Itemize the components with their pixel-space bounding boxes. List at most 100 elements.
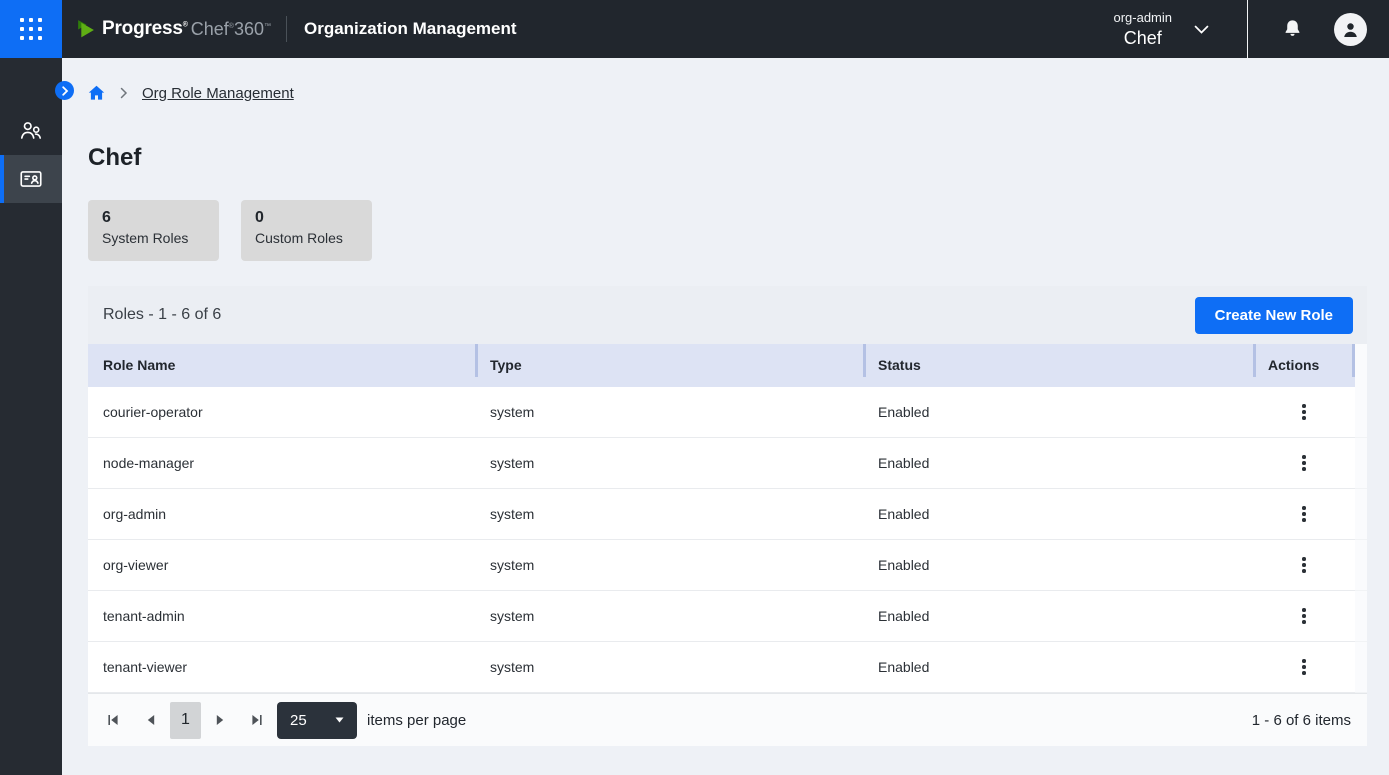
cell-actions: [1253, 438, 1355, 489]
cell-type: system: [475, 591, 863, 642]
cell-role-name: courier-operator: [88, 387, 475, 438]
kebab-icon: [1302, 455, 1306, 459]
kebab-icon: [1302, 608, 1306, 612]
pager-range-label: 1 - 6 of 6 items: [1252, 712, 1351, 729]
grid-body: courier-operator system Enabled node-man…: [88, 387, 1367, 693]
column-header-type: Type: [475, 344, 863, 387]
page-size-value: 25: [290, 712, 307, 729]
cell-status: Enabled: [863, 438, 1253, 489]
cell-role-name: tenant-viewer: [88, 642, 475, 693]
cell-actions: [1253, 591, 1355, 642]
page-size-dropdown[interactable]: 25: [277, 702, 357, 739]
cell-type: system: [475, 438, 863, 489]
chevron-right-icon: [60, 86, 70, 96]
grid-title: Roles - 1 - 6 of 6: [103, 306, 221, 324]
brand-logo: Progress® Chef®360™: [75, 18, 271, 40]
main-content: Org Role Management Chef 6 System Roles …: [62, 83, 1389, 746]
logo-brand-text: Progress®: [102, 18, 188, 40]
kebab-icon: [1302, 659, 1306, 663]
row-actions-kebab-button[interactable]: [1292, 500, 1316, 528]
cell-type: system: [475, 540, 863, 591]
cell-type: system: [475, 489, 863, 540]
app-title: Organization Management: [304, 19, 517, 39]
top-bar: Progress® Chef®360™ Organization Managem…: [0, 0, 1389, 58]
breadcrumb-separator-icon: [120, 87, 128, 99]
breadcrumb: Org Role Management: [88, 83, 1389, 103]
users-icon: [18, 118, 44, 144]
scrollbar-spacer: [1355, 344, 1367, 387]
sidebar: [0, 58, 62, 775]
notifications-button[interactable]: [1281, 18, 1304, 41]
row-actions-kebab-button[interactable]: [1292, 449, 1316, 477]
cell-type: system: [475, 387, 863, 438]
table-row: tenant-admin system Enabled: [88, 591, 1367, 642]
person-icon: [1340, 19, 1361, 40]
first-page-icon: [107, 714, 119, 726]
bell-icon: [1281, 18, 1304, 41]
cell-role-name: tenant-admin: [88, 591, 475, 642]
row-actions-kebab-button[interactable]: [1292, 602, 1316, 630]
system-roles-count: 6: [102, 209, 219, 227]
home-icon: [88, 85, 105, 101]
table-row: tenant-viewer system Enabled: [88, 642, 1367, 693]
items-per-page-label: items per page: [367, 712, 466, 729]
row-actions-kebab-button[interactable]: [1292, 398, 1316, 426]
cell-role-name: node-manager: [88, 438, 475, 489]
kebab-icon: [1302, 506, 1306, 510]
custom-roles-label: Custom Roles: [255, 230, 372, 246]
org-name-label: Chef: [1124, 27, 1162, 49]
column-header-actions: Actions: [1253, 344, 1355, 387]
next-page-icon: [214, 714, 226, 726]
grid-pager: 1 25 items per page 1 - 6 of 6 items: [88, 693, 1367, 746]
scrollbar-spacer: [1355, 489, 1367, 540]
cell-status: Enabled: [863, 591, 1253, 642]
scrollbar-spacer: [1355, 591, 1367, 642]
logo-product-text: Chef®360™: [191, 19, 271, 40]
sidebar-item-org-roles[interactable]: [0, 155, 62, 203]
row-actions-kebab-button[interactable]: [1292, 653, 1316, 681]
caret-down-icon: [335, 717, 344, 723]
pager-next-page-button[interactable]: [214, 714, 226, 726]
sidebar-item-users[interactable]: [0, 107, 62, 155]
cell-role-name: org-viewer: [88, 540, 475, 591]
scrollbar-spacer: [1355, 642, 1367, 693]
pager-first-page-button[interactable]: [107, 714, 119, 726]
cell-actions: [1253, 642, 1355, 693]
kebab-icon: [1302, 404, 1306, 408]
pager-page-1-button[interactable]: 1: [170, 702, 201, 739]
breadcrumb-home-link[interactable]: [88, 85, 105, 101]
cell-actions: [1253, 489, 1355, 540]
system-roles-card: 6 System Roles: [88, 200, 219, 261]
table-row: org-viewer system Enabled: [88, 540, 1367, 591]
waffle-icon: [20, 18, 42, 40]
create-new-role-button[interactable]: Create New Role: [1195, 297, 1353, 334]
pager-last-page-button[interactable]: [251, 714, 263, 726]
table-row: node-manager system Enabled: [88, 438, 1367, 489]
sidebar-expand-button[interactable]: [55, 81, 74, 100]
column-header-status: Status: [863, 344, 1253, 387]
row-actions-kebab-button[interactable]: [1292, 551, 1316, 579]
chevron-down-icon: [1194, 25, 1209, 34]
stat-cards: 6 System Roles 0 Custom Roles: [88, 200, 1389, 261]
grid-header-row: Role Name Type Status Actions: [88, 344, 1367, 387]
progress-chevron-icon: [75, 19, 96, 39]
roles-grid: Roles - 1 - 6 of 6 Create New Role Role …: [88, 286, 1367, 746]
cell-status: Enabled: [863, 489, 1253, 540]
logo-title-divider: [286, 16, 287, 42]
cell-role-name: org-admin: [88, 489, 475, 540]
cell-actions: [1253, 540, 1355, 591]
scrollbar-spacer: [1355, 438, 1367, 489]
user-avatar-button[interactable]: [1334, 13, 1367, 46]
app-launcher-button[interactable]: [0, 0, 62, 58]
last-page-icon: [251, 714, 263, 726]
user-role-label: org-admin: [1113, 10, 1172, 25]
scrollbar-spacer: [1355, 387, 1367, 438]
breadcrumb-current-link[interactable]: Org Role Management: [142, 85, 294, 102]
table-row: org-admin system Enabled: [88, 489, 1367, 540]
grid-toolbar: Roles - 1 - 6 of 6 Create New Role: [88, 286, 1367, 344]
id-card-icon: [18, 166, 44, 192]
cell-actions: [1253, 387, 1355, 438]
org-switcher-dropdown[interactable]: org-admin Chef: [1113, 10, 1209, 49]
pager-previous-page-button[interactable]: [145, 714, 157, 726]
previous-page-icon: [145, 714, 157, 726]
